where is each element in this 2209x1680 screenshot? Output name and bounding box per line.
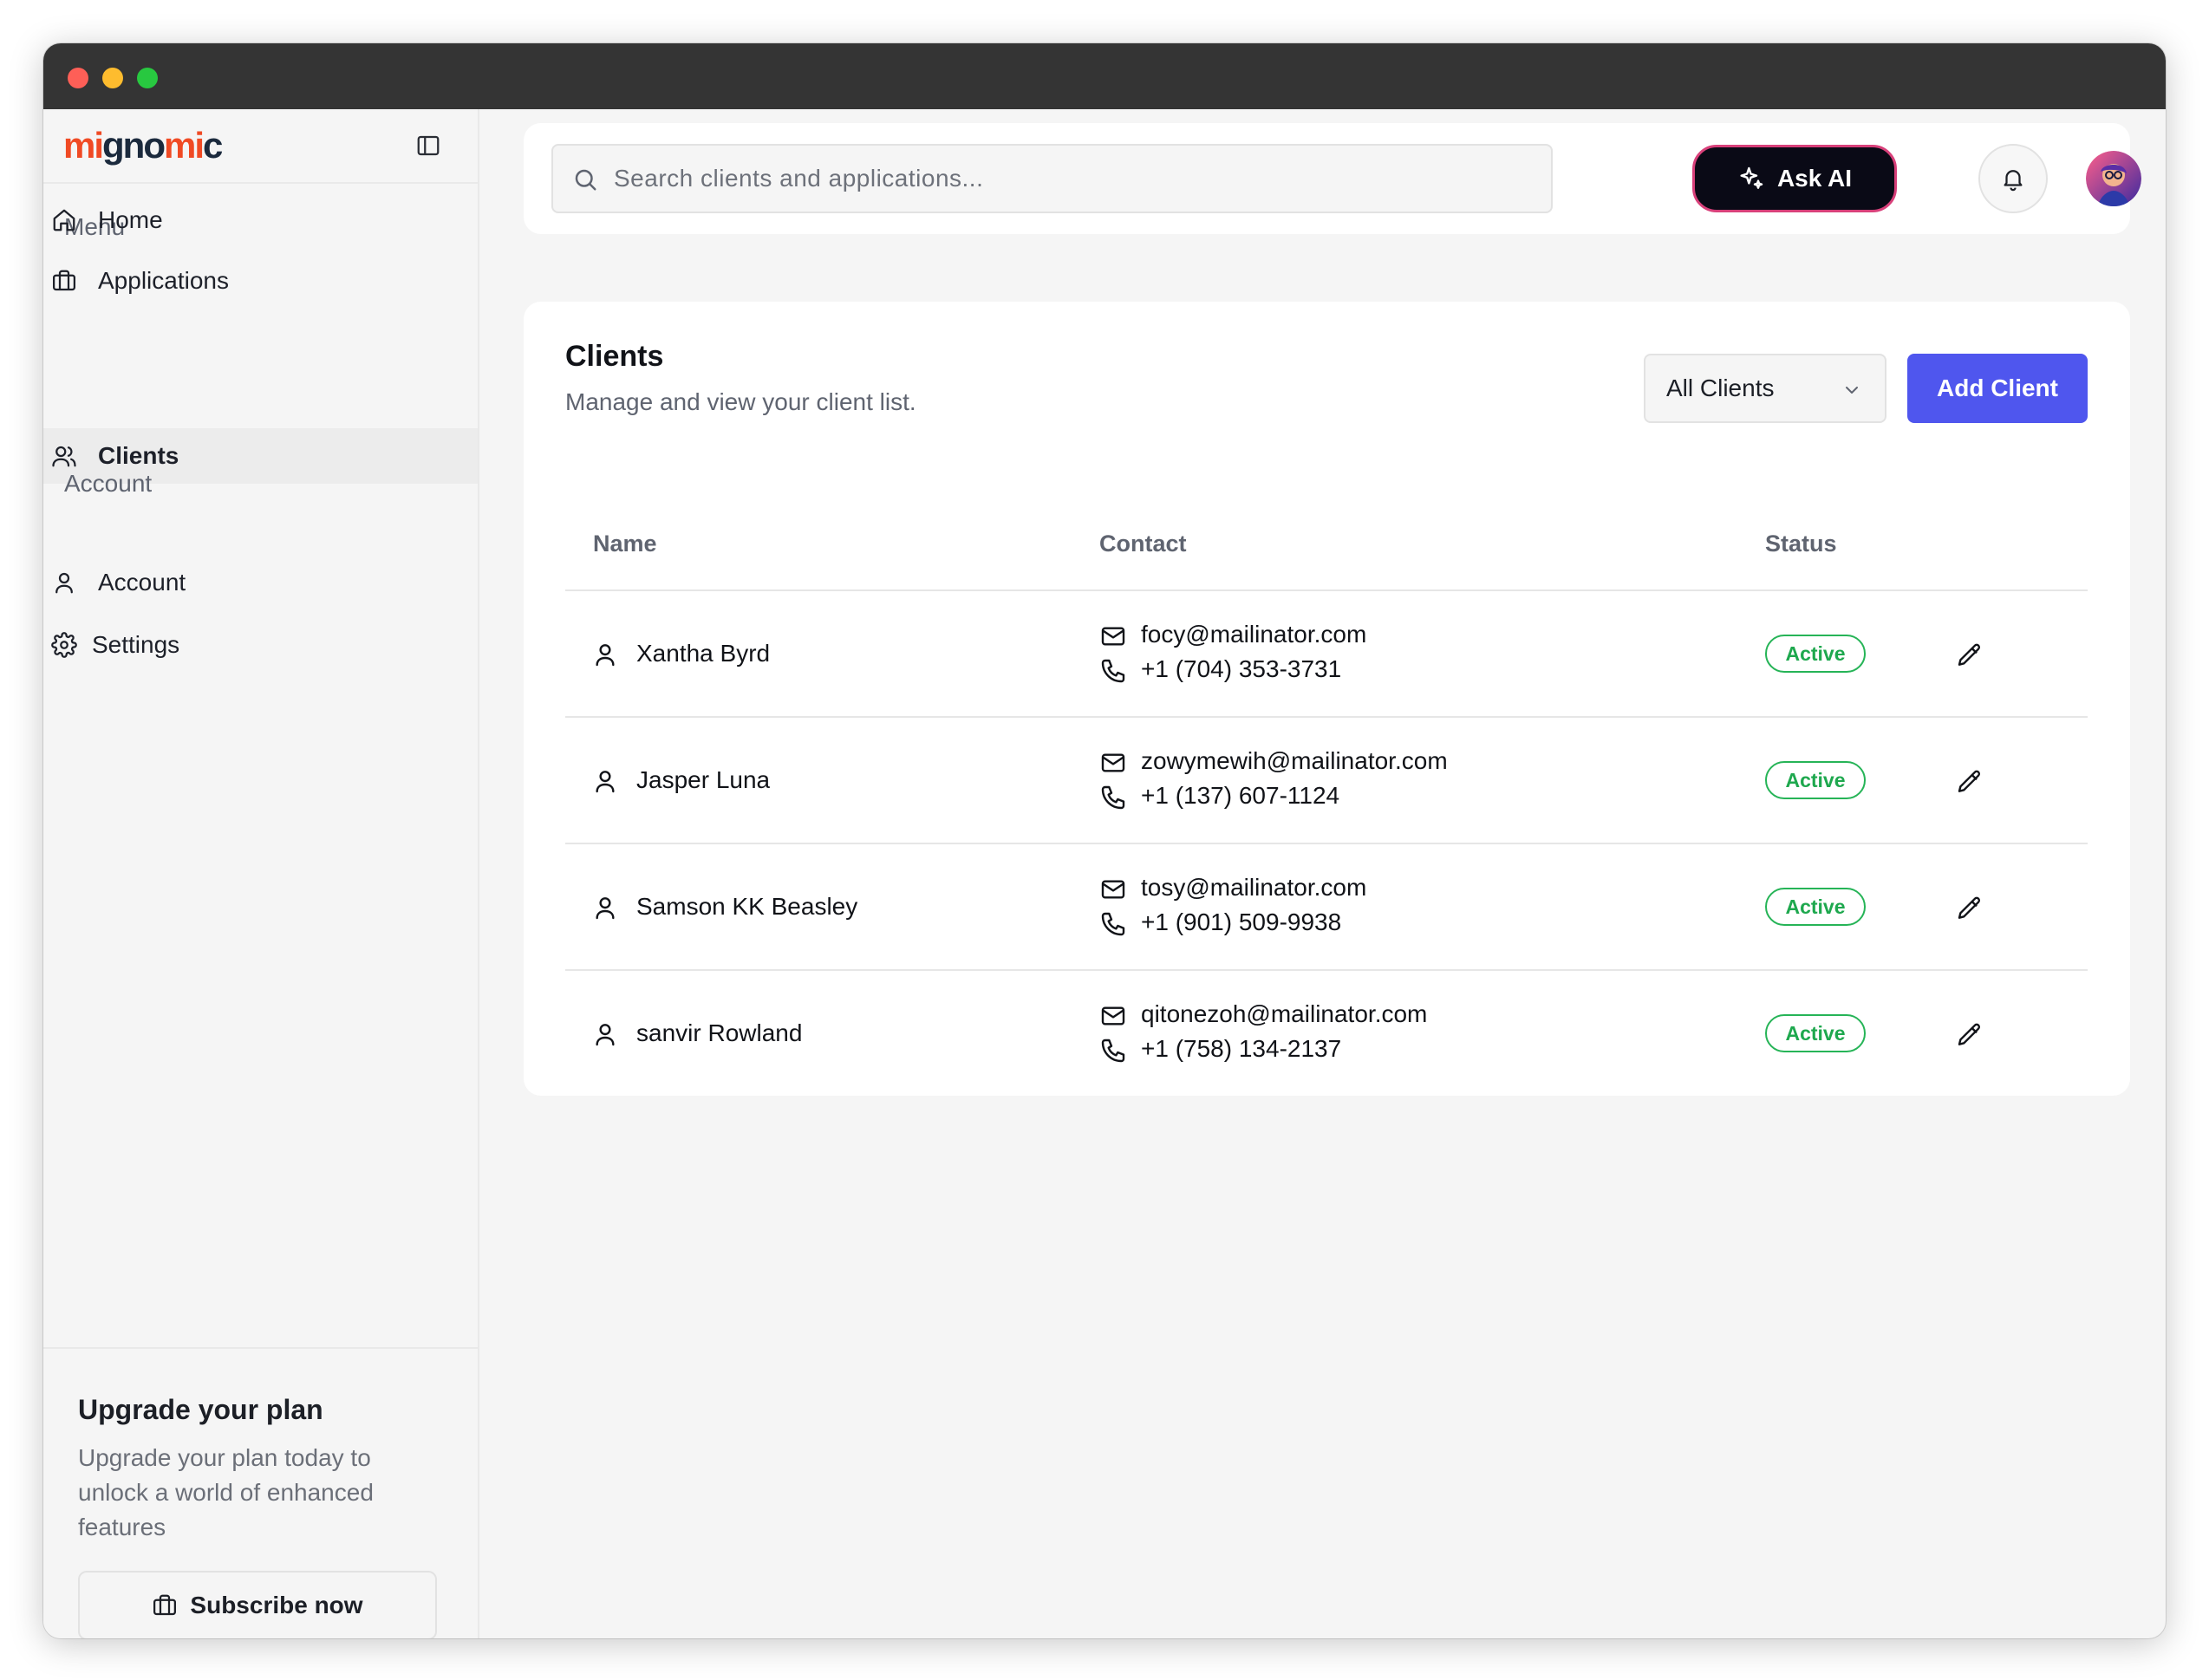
client-name: Samson KK Beasley: [636, 893, 858, 920]
sidebar-toggle-button[interactable]: [411, 128, 446, 163]
status-badge: Active: [1765, 888, 1866, 926]
search-box[interactable]: [551, 144, 1553, 213]
search-input[interactable]: [614, 146, 1533, 212]
logo-text-3: mi: [163, 125, 205, 166]
client-filter-select[interactable]: All Clients: [1644, 354, 1886, 423]
sidebar-item-account[interactable]: Account: [43, 555, 478, 610]
edit-client-button[interactable]: [1952, 1018, 1987, 1052]
user-icon: [596, 644, 615, 667]
add-client-button[interactable]: Add Client: [1907, 354, 2088, 423]
status-badge: Active: [1765, 635, 1866, 673]
clients-card: Clients Manage and view your client list…: [524, 302, 2130, 1096]
notifications-button[interactable]: [1978, 144, 2048, 213]
upgrade-panel: Upgrade your plan Upgrade your plan toda…: [43, 1347, 478, 1638]
phone-icon: [1101, 785, 1125, 810]
user-icon: [596, 771, 615, 793]
sidebar-item-label: Account: [98, 569, 186, 596]
edit-client-button[interactable]: [1952, 891, 1987, 926]
client-phone[interactable]: +1 (704) 353-3731: [1141, 655, 1341, 683]
briefcase-icon: [153, 1594, 177, 1616]
user-icon: [50, 569, 78, 596]
client-email[interactable]: focy@mailinator.com: [1141, 621, 1366, 648]
client-email[interactable]: tosy@mailinator.com: [1141, 874, 1366, 902]
user-icon: [596, 897, 615, 920]
column-header-name: Name: [593, 531, 657, 557]
sidebar: mignomic Menu Home Applications Clients …: [43, 109, 479, 1638]
mail-icon: [1101, 880, 1125, 899]
subscribe-button[interactable]: Subscribe now: [78, 1571, 437, 1638]
logo-text-2: gno: [102, 125, 166, 166]
subscribe-label: Subscribe now: [190, 1592, 363, 1618]
app-window: mignomic Menu Home Applications Clients …: [43, 43, 2166, 1638]
sidebar-item-label: Clients: [98, 442, 179, 469]
chevron-down-icon: [1846, 387, 1858, 394]
gear-icon: [50, 631, 78, 659]
sidebar-item-label: Home: [98, 206, 163, 233]
filter-value: All Clients: [1666, 374, 1775, 401]
account-section-label: Account: [64, 470, 153, 497]
edit-client-button[interactable]: [1952, 638, 1987, 673]
maximize-window-button[interactable]: [137, 68, 158, 88]
table-row: Samson KK Beasley tosy@mailinator.com +1…: [565, 844, 2088, 971]
table-row: Xantha Byrd focy@mailinator.com +1 (704)…: [565, 591, 2088, 718]
home-icon: [50, 206, 78, 234]
app-logo[interactable]: mignomic: [63, 125, 223, 166]
sidebar-item-label: Applications: [98, 267, 229, 294]
pencil-icon: [1958, 770, 1981, 792]
page-title: Clients: [565, 340, 664, 373]
phone-icon: [1101, 1039, 1125, 1063]
phone-icon: [1101, 912, 1125, 936]
logo-row: mignomic: [43, 109, 478, 184]
users-icon: [50, 442, 78, 470]
sidebar-item-label: Settings: [92, 631, 180, 658]
column-header-status: Status: [1765, 531, 1837, 557]
title-bar: [43, 43, 2166, 109]
logo-text-4: c: [203, 125, 223, 166]
sidebar-panel-icon: [417, 135, 440, 156]
client-email[interactable]: qitonezoh@mailinator.com: [1141, 1000, 1427, 1028]
upgrade-title: Upgrade your plan: [78, 1394, 323, 1425]
phone-icon: [1101, 659, 1125, 683]
upgrade-text: Upgrade your plan today to unlock a worl…: [78, 1444, 374, 1540]
logo-text-1: mi: [63, 125, 104, 166]
minimize-window-button[interactable]: [102, 68, 123, 88]
sidebar-item-settings[interactable]: Settings: [43, 617, 478, 673]
avatar-icon: [2086, 151, 2141, 206]
pencil-icon: [1958, 643, 1981, 666]
mail-icon: [1101, 627, 1125, 646]
briefcase-icon: [50, 267, 78, 295]
top-bar: Ask AI: [524, 123, 2141, 234]
sidebar-item-home[interactable]: Home: [43, 192, 478, 248]
ask-ai-button[interactable]: Ask AI: [1692, 145, 1897, 212]
client-name: Xantha Byrd: [636, 640, 771, 667]
table-row: sanvir Rowland qitonezoh@mailinator.com …: [565, 971, 2088, 1097]
column-header-contact: Contact: [1099, 531, 1187, 557]
mail-icon: [1101, 1006, 1125, 1026]
user-icon: [596, 1024, 615, 1046]
mail-icon: [1101, 753, 1125, 772]
page-subtitle: Manage and view your client list.: [565, 388, 916, 415]
client-phone[interactable]: +1 (758) 134-2137: [1141, 1035, 1341, 1063]
pencil-icon: [1958, 896, 1981, 919]
status-badge: Active: [1765, 1014, 1866, 1052]
search-icon: [575, 169, 596, 191]
close-window-button[interactable]: [68, 68, 88, 88]
ask-ai-label: Ask AI: [1776, 165, 1853, 192]
table-row: Jasper Luna zowymewih@mailinator.com +1 …: [565, 718, 2088, 844]
status-badge: Active: [1765, 761, 1866, 799]
client-phone[interactable]: +1 (901) 509-9938: [1141, 908, 1341, 936]
bell-icon: [2004, 170, 2023, 192]
client-name: sanvir Rowland: [636, 1019, 803, 1046]
client-email[interactable]: zowymewih@mailinator.com: [1141, 747, 1448, 775]
edit-client-button[interactable]: [1952, 765, 1987, 799]
client-phone[interactable]: +1 (137) 607-1124: [1141, 782, 1339, 810]
pencil-icon: [1958, 1023, 1981, 1045]
sidebar-item-applications[interactable]: Applications: [43, 253, 478, 309]
user-avatar[interactable]: [2086, 151, 2141, 206]
sparkle-icon: [1740, 166, 1763, 189]
client-name: Jasper Luna: [636, 766, 771, 793]
